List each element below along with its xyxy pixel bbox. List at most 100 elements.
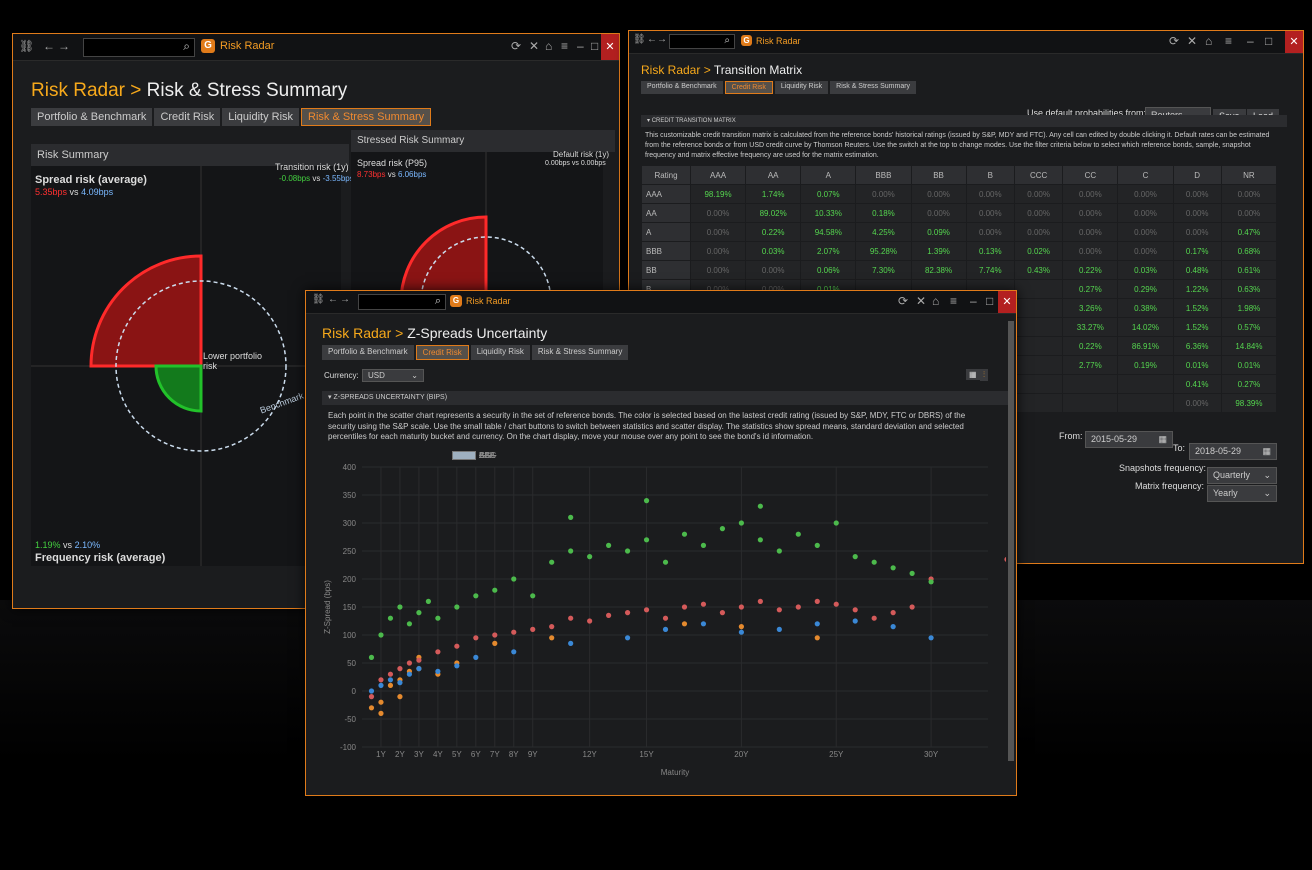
data-point-a[interactable] <box>757 598 763 604</box>
matrix-cell[interactable]: 0.41% <box>1172 374 1222 394</box>
tab-stress-summary[interactable]: Risk & Stress Summary <box>301 108 432 126</box>
matrix-cell[interactable]: 0.00% <box>1013 222 1064 242</box>
menu-icon[interactable]: ≡ <box>561 39 568 53</box>
data-point-a[interactable] <box>700 601 707 607</box>
data-point-a[interactable] <box>814 598 820 604</box>
data-point-bbb[interactable] <box>909 570 915 576</box>
matrix-cell[interactable]: 0.00% <box>689 241 747 261</box>
matrix-cell[interactable]: 1.52% <box>1172 317 1222 337</box>
data-point-bbb[interactable] <box>776 548 782 554</box>
data-point-bbb[interactable] <box>814 542 820 548</box>
data-point-aa[interactable] <box>368 688 375 694</box>
data-point-bbb[interactable] <box>643 537 650 543</box>
data-point-bbb[interactable] <box>568 514 574 520</box>
matrix-cell[interactable]: 0.00% <box>965 222 1015 242</box>
search-input[interactable]: ⌕ <box>83 38 195 57</box>
matrix-cell[interactable]: 7.74% <box>965 260 1015 280</box>
data-point-a[interactable] <box>387 671 394 677</box>
matrix-cell[interactable] <box>1013 317 1064 337</box>
matrix-cell[interactable]: 0.29% <box>1117 279 1174 299</box>
matrix-cell[interactable]: 95.28% <box>855 241 912 261</box>
forward-icon[interactable]: → <box>340 294 350 305</box>
link-icon[interactable]: ⛓ <box>633 34 646 45</box>
data-point-aa[interactable] <box>416 666 422 672</box>
data-point-aa[interactable] <box>511 649 517 655</box>
forward-icon[interactable]: → <box>58 39 70 53</box>
matrix-cell[interactable]: 0.19% <box>1117 355 1174 375</box>
matrix-cell[interactable]: 0.03% <box>745 241 802 261</box>
data-point-a[interactable] <box>606 612 612 618</box>
data-point-bbb[interactable] <box>416 610 422 616</box>
data-point-aaa[interactable] <box>368 705 375 711</box>
search-icon[interactable]: ⌕ <box>183 39 190 54</box>
matrix-cell[interactable]: 3.26% <box>1062 298 1119 318</box>
search-input[interactable]: ⌕ <box>358 294 446 310</box>
matrix-cell[interactable]: 0.00% <box>1220 203 1278 223</box>
matrix-cell[interactable]: 0.01% <box>1172 355 1222 375</box>
data-point-a[interactable] <box>643 607 650 613</box>
matrix-cell[interactable]: 2.77% <box>1062 355 1119 375</box>
menu-icon[interactable]: ≡ <box>950 294 957 308</box>
data-point-a[interactable] <box>833 601 839 607</box>
matrix-cell[interactable]: 0.00% <box>1172 222 1222 242</box>
refresh-icon[interactable]: ⟳ <box>511 39 521 53</box>
matrix-cell[interactable]: 0.13% <box>965 241 1015 261</box>
data-point-a[interactable] <box>549 624 555 630</box>
data-point-bbb[interactable] <box>700 542 707 548</box>
minimize-icon[interactable]: – <box>1247 34 1254 48</box>
data-point-a[interactable] <box>776 607 782 613</box>
matrix-cell[interactable]: 0.00% <box>965 184 1015 204</box>
data-point-aaa[interactable] <box>397 694 403 700</box>
matrix-cell[interactable]: 33.27% <box>1062 317 1119 337</box>
matrix-cell[interactable]: 0.27% <box>1220 374 1278 394</box>
matrix-cell[interactable]: 0.07% <box>800 184 857 204</box>
data-point-aa[interactable] <box>387 677 394 683</box>
search-icon[interactable]: ⌕ <box>724 35 730 46</box>
matrix-cell[interactable]: 0.02% <box>1013 241 1064 261</box>
data-point-a[interactable] <box>416 657 422 663</box>
data-point-a[interactable] <box>890 610 896 616</box>
data-point-bbb[interactable] <box>530 593 536 599</box>
matrix-cell[interactable]: 0.00% <box>1062 241 1119 261</box>
data-point-bbb[interactable] <box>511 576 517 582</box>
matrix-cell[interactable]: 94.58% <box>800 222 857 242</box>
home-icon[interactable]: ⌂ <box>1205 34 1212 48</box>
refresh-icon[interactable]: ⟳ <box>1169 34 1179 48</box>
matrix-cell[interactable] <box>1117 374 1174 394</box>
matrix-cell[interactable]: 89.02% <box>745 203 802 223</box>
data-point-a[interactable] <box>795 604 801 610</box>
matrix-cell[interactable]: 0.03% <box>1117 260 1174 280</box>
matrix-cell[interactable]: 0.00% <box>1062 222 1119 242</box>
data-point-a[interactable] <box>871 615 877 621</box>
matrix-cell[interactable] <box>1013 298 1064 318</box>
matrix-cell[interactable]: 6.36% <box>1172 336 1222 356</box>
data-point-a[interactable] <box>368 694 375 700</box>
matrix-cell[interactable]: 0.00% <box>1172 184 1222 204</box>
data-point-aa[interactable] <box>568 640 574 646</box>
matrix-cell[interactable]: 0.00% <box>910 203 967 223</box>
matrix-cell[interactable]: 0.00% <box>1172 393 1222 413</box>
chevron-down-icon[interactable]: ⌄ <box>1263 488 1271 499</box>
scrollbar[interactable] <box>1008 321 1014 761</box>
data-point-aa[interactable] <box>454 663 460 669</box>
matrix-cell[interactable]: 0.00% <box>965 203 1015 223</box>
data-point-bbb[interactable] <box>757 537 763 543</box>
matrix-cell[interactable]: 0.00% <box>1172 203 1222 223</box>
data-point-bbb[interactable] <box>587 554 593 560</box>
data-point-aa[interactable] <box>397 680 403 686</box>
data-point-bbb[interactable] <box>454 604 460 610</box>
matrix-cell[interactable]: 0.01% <box>1220 355 1278 375</box>
data-point-a[interactable] <box>435 649 441 655</box>
data-point-bbb[interactable] <box>757 503 763 509</box>
data-point-a[interactable] <box>511 629 517 635</box>
matrix-cell[interactable]: 98.39% <box>1220 393 1278 413</box>
matrix-cell[interactable]: 0.43% <box>1013 260 1064 280</box>
data-point-aaa[interactable] <box>378 699 384 705</box>
data-point-aaa[interactable] <box>549 635 555 641</box>
matrix-cell[interactable]: 0.57% <box>1220 317 1278 337</box>
matrix-cell[interactable]: 4.25% <box>855 222 912 242</box>
matrix-cell[interactable]: 0.00% <box>689 260 747 280</box>
matrix-cell[interactable]: 0.17% <box>1172 241 1222 261</box>
menu-icon[interactable]: ≡ <box>1225 34 1232 48</box>
data-point-bbb[interactable] <box>719 526 726 532</box>
